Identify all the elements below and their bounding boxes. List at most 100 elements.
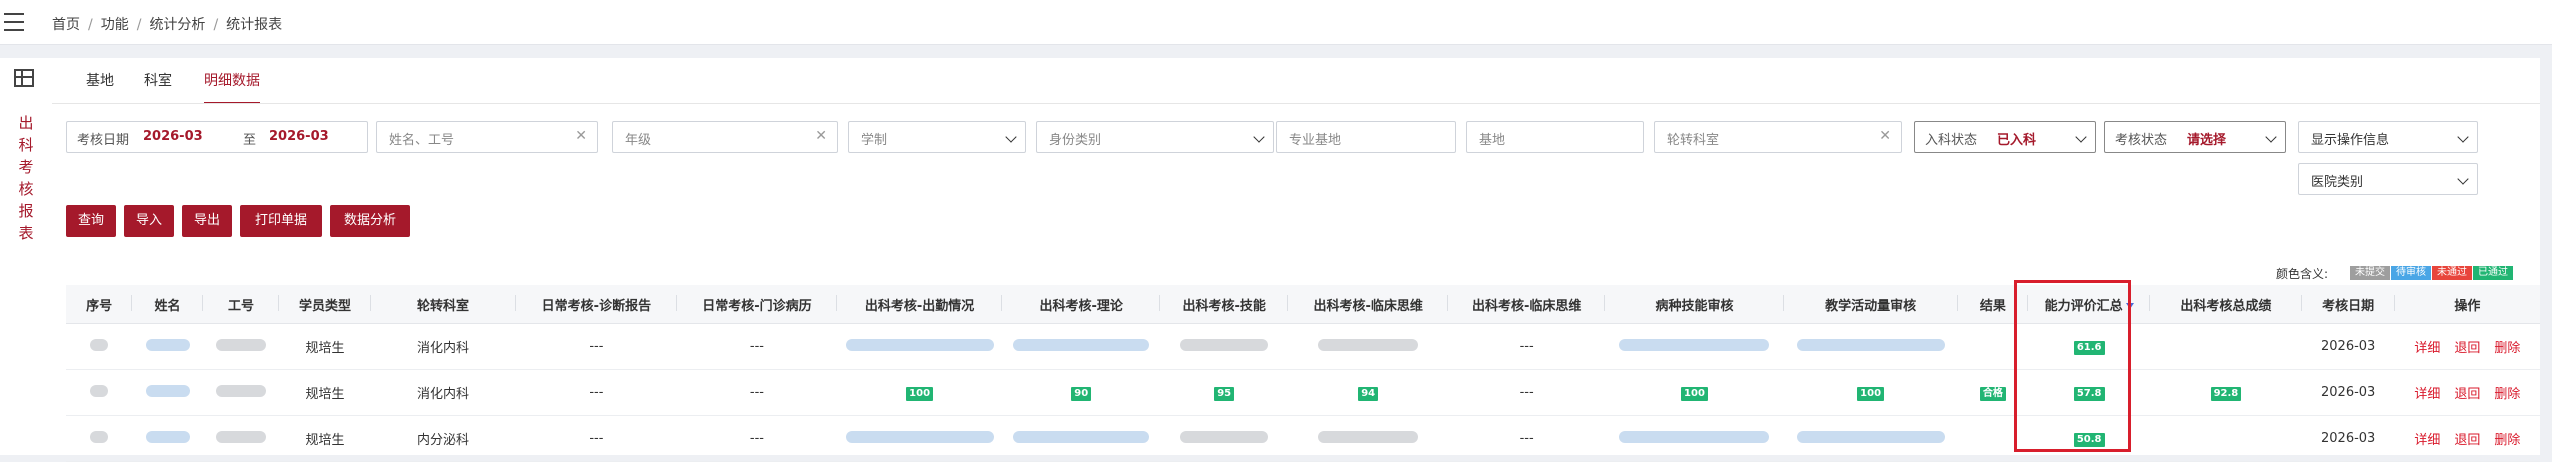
redacted-index (90, 430, 109, 443)
breadcrumb-item[interactable]: 功能 (101, 17, 129, 33)
import-button[interactable]: 导入 (124, 205, 174, 237)
legend-pending: 待审核 (2391, 266, 2431, 280)
col-header[interactable]: 出科考核-理论 (1002, 285, 1160, 324)
query-button[interactable]: 查询 (66, 205, 116, 237)
redacted-name (145, 384, 190, 397)
breadcrumb-item[interactable]: 统计分析 (149, 17, 205, 33)
delete-link[interactable]: 删除 (2494, 433, 2520, 448)
tab-detail-data[interactable]: 明细数据 (204, 58, 260, 104)
col-header[interactable]: 出科考核-技能 (1159, 285, 1289, 324)
detail-link[interactable]: 详细 (2414, 433, 2440, 448)
theory-badge[interactable]: 90 (1071, 386, 1092, 401)
hospital-type-select[interactable]: 医院类别 (2298, 163, 2478, 195)
col-header[interactable]: 日常考核-诊断报告 (515, 285, 678, 324)
export-button[interactable]: 导出 (182, 205, 232, 237)
col-header[interactable]: 结果 (1957, 285, 2029, 324)
col-header[interactable]: 出科考核-出勤情况 (836, 285, 1003, 324)
ability-badge[interactable]: 57.8 (2073, 386, 2105, 401)
redacted-id (216, 384, 267, 397)
col-header[interactable]: 教学活动量审核 (1783, 285, 1958, 324)
chevron-down-icon (2457, 173, 2469, 185)
redacted-disease[interactable] (1619, 338, 1770, 351)
redacted-theory[interactable] (1013, 338, 1150, 351)
print-button[interactable]: 打印单据 (240, 205, 322, 237)
attendance-badge[interactable]: 100 (906, 386, 934, 401)
breadcrumb: 首页 / 功能 / 统计分析 / 统计报表 (52, 17, 283, 33)
detail-link[interactable]: 详细 (2414, 387, 2440, 402)
color-legend: 颜色含义: 未提交 待审核 未通过 已通过 (2270, 265, 2540, 281)
identity-select[interactable]: 身份类别 (1036, 121, 1274, 153)
col-header[interactable]: 病种技能审核 (1605, 285, 1784, 324)
date-to: 2026-03 (269, 129, 329, 144)
clinical-badge[interactable]: 94 (1358, 386, 1379, 401)
col-header[interactable]: 工号 (202, 285, 280, 324)
name-search-input[interactable]: 姓名、工号 ✕ (376, 121, 598, 153)
chevron-down-icon (2075, 131, 2087, 143)
total-score-badge[interactable]: 92.8 (2210, 386, 2242, 401)
delete-link[interactable]: 删除 (2494, 387, 2520, 402)
return-link[interactable]: 退回 (2454, 341, 2480, 356)
redacted-name (145, 338, 190, 351)
breadcrumb-item[interactable]: 首页 (52, 17, 80, 33)
return-link[interactable]: 退回 (2454, 387, 2480, 402)
redacted-skill[interactable] (1180, 338, 1269, 351)
tab-base[interactable]: 基地 (86, 58, 114, 104)
col-header[interactable]: 考核日期 (2301, 285, 2395, 324)
chevron-down-icon (1005, 131, 1017, 143)
skill-badge[interactable]: 95 (1214, 386, 1235, 401)
col-header[interactable]: 出科考核-临床思维 (1288, 285, 1448, 324)
redacted-clinical[interactable] (1318, 430, 1419, 443)
chevron-down-icon (2265, 131, 2277, 143)
redacted-index (90, 338, 109, 351)
col-header[interactable]: 姓名 (132, 285, 203, 324)
redacted-id (216, 338, 267, 351)
redacted-teaching[interactable] (1796, 338, 1945, 351)
enroll-status-select[interactable]: 入科状态 已入科 (1914, 121, 2096, 153)
menu-icon[interactable] (4, 13, 24, 31)
delete-link[interactable]: 删除 (2494, 341, 2520, 356)
redacted-id (216, 430, 267, 443)
col-header[interactable]: 出科考核-临床思维 (1447, 285, 1606, 324)
assess-status-select[interactable]: 考核状态 请选择 (2104, 121, 2286, 153)
chevron-down-icon (1253, 131, 1265, 143)
ability-badge[interactable]: 61.6 (2073, 340, 2105, 355)
col-header[interactable]: 学员类型 (279, 285, 371, 324)
col-header[interactable]: 日常考核-门诊病历 (677, 285, 837, 324)
result-badge[interactable]: 合格 (1979, 386, 2006, 401)
grade-select[interactable]: 年级 ✕ (612, 121, 838, 153)
ability-badge[interactable]: 50.8 (2073, 432, 2105, 447)
redacted-disease[interactable] (1619, 430, 1770, 443)
clear-icon: ✕ (815, 128, 827, 144)
clear-icon: ✕ (575, 128, 587, 144)
major-base-input[interactable]: 专业基地 (1276, 121, 1456, 153)
redacted-clinical[interactable] (1318, 338, 1419, 351)
sort-desc-icon[interactable] (2125, 303, 2134, 309)
show-operation-select[interactable]: 显示操作信息 (2298, 121, 2478, 153)
base-input[interactable]: 基地 (1466, 121, 1644, 153)
detail-table: 序号 姓名 工号 学员类型 轮转科室 日常考核-诊断报告 日常考核-门诊病历 出… (66, 285, 2540, 462)
rotation-dept-select[interactable]: 轮转科室 ✕ (1654, 121, 1902, 153)
redacted-skill[interactable] (1180, 430, 1269, 443)
table-view-icon[interactable] (14, 69, 34, 87)
detail-link[interactable]: 详细 (2414, 341, 2440, 356)
return-link[interactable]: 退回 (2454, 433, 2480, 448)
legend-rejected: 未通过 (2432, 266, 2472, 280)
tab-divider (52, 103, 2540, 104)
redacted-attendance[interactable] (845, 338, 994, 351)
redacted-theory[interactable] (1013, 430, 1150, 443)
clear-icon: ✕ (1879, 128, 1891, 144)
col-header[interactable]: 序号 (66, 285, 133, 324)
teaching-badge[interactable]: 100 (1857, 386, 1885, 401)
system-select[interactable]: 学制 (848, 121, 1026, 153)
date-range-field[interactable]: 考核日期 2026-03 至 2026-03 (66, 121, 368, 153)
data-analysis-button[interactable]: 数据分析 (330, 205, 410, 237)
col-header[interactable]: 出科考核总成绩 (2150, 285, 2302, 324)
col-header[interactable]: 轮转科室 (370, 285, 516, 324)
redacted-attendance[interactable] (845, 430, 994, 443)
disease-badge[interactable]: 100 (1681, 386, 1708, 401)
col-header-ability-summary[interactable]: 能力评价汇总 (2028, 285, 2151, 324)
scrollbar[interactable] (2540, 58, 2552, 455)
table-row: 规培生 消化内科 --- --- --- 61.6 2026-03 详细 退回 删除 (66, 323, 2540, 370)
tab-department[interactable]: 科室 (144, 58, 172, 104)
redacted-teaching[interactable] (1796, 430, 1945, 443)
